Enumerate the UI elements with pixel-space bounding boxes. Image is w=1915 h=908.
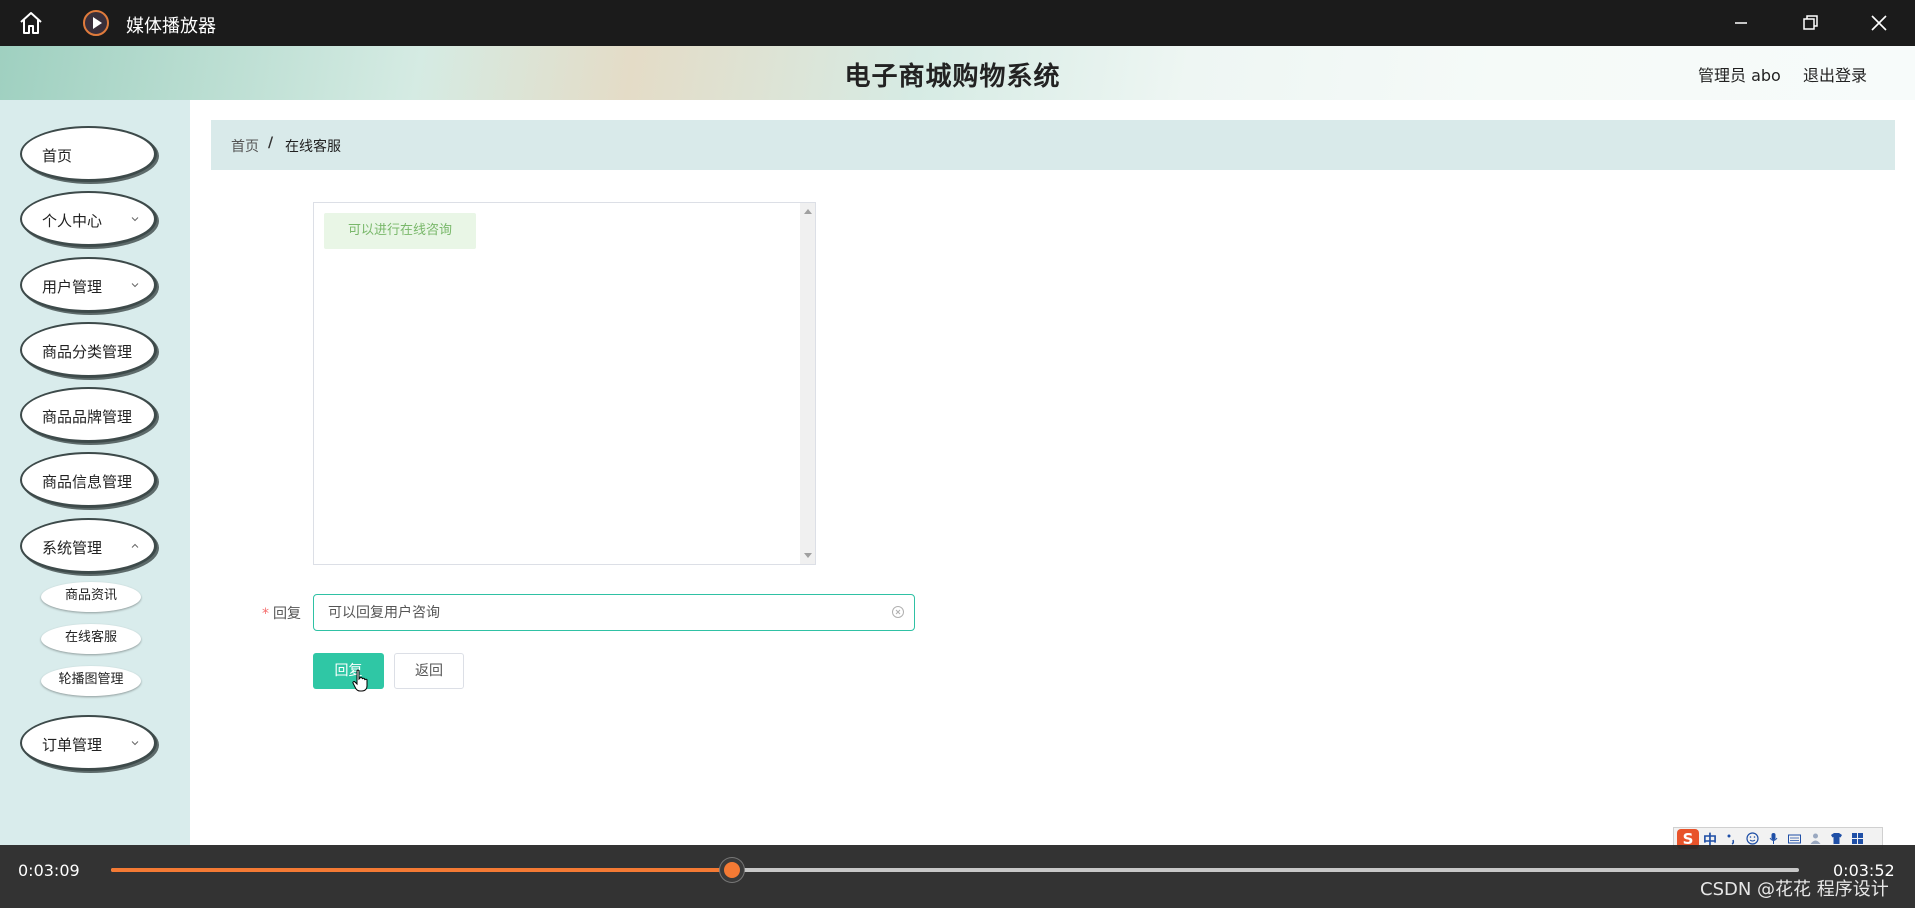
sidebar-item-label: 用户管理 [42,278,103,296]
media-player-icon [83,10,109,36]
system-title: 电子商城购物系统 [844,62,1061,92]
sidebar-item-user-management[interactable]: 用户管理 [20,257,157,313]
sidebar-subitem-online-service[interactable]: 在线客服 [41,624,141,654]
sidebar-item-home[interactable]: 首页 [20,126,157,182]
chevron-down-icon [131,741,139,746]
sidebar-subitem-carousel-management[interactable]: 轮播图管理 [41,666,141,696]
sidebar-item-label: 商品分类管理 [42,343,133,361]
punctuation-icon[interactable] [1725,832,1738,845]
reply-input-wrapper[interactable] [313,594,915,631]
minimize-icon[interactable] [1728,10,1754,36]
media-player-controls: 0:03:09 0:03:52 [0,845,1915,908]
sidebar-item-system-management[interactable]: 系统管理 [20,518,157,574]
sidebar-item-product-info-management[interactable]: 商品信息管理 [20,452,157,508]
sidebar-item-label: 商品信息管理 [42,473,133,491]
sidebar-item-order-management[interactable]: 订单管理 [20,715,157,771]
sidebar-subitem-label: 在线客服 [64,630,117,645]
scroll-up-icon[interactable] [804,209,812,214]
admin-label: 管理员 abo [1698,66,1781,85]
seek-bar[interactable] [111,868,1799,872]
sidebar-subitem-label: 商品资讯 [64,588,117,603]
chevron-up-icon [131,543,139,548]
watermark: CSDN @花花 程序设计 [1700,879,1889,900]
sidebar-item-label: 首页 [42,147,73,165]
sidebar-item-label: 系统管理 [42,539,103,557]
toolbox-icon[interactable] [1851,832,1864,845]
sidebar-item-label: 订单管理 [42,736,103,754]
chevron-down-icon [131,217,139,222]
sidebar-item-label: 商品品牌管理 [42,408,133,426]
sidebar-item-category-management[interactable]: 商品分类管理 [20,322,157,378]
breadcrumb-current: 在线客服 [285,139,341,155]
reply-button[interactable]: 回复 [313,653,384,689]
app-header: 电子商城购物系统 管理员 abo 退出登录 [0,46,1915,100]
sidebar-item-personal-center[interactable]: 个人中心 [20,191,157,247]
user-icon[interactable] [1809,832,1822,845]
scroll-down-icon[interactable] [804,553,812,558]
home-icon[interactable] [18,11,44,35]
sidebar-item-label: 个人中心 [42,212,103,230]
chat-message-bubble: 可以进行在线咨询 [324,213,477,249]
sidebar: 首页 个人中心 用户管理 商品分类管理 商品品牌管理 商品信息管理 系统管理 商… [0,100,190,845]
back-button[interactable]: 返回 [394,653,464,689]
reply-label-text: 回复 [273,606,301,622]
close-icon[interactable] [1866,10,1892,36]
clear-icon[interactable] [891,605,905,619]
breadcrumb: 首页 / 在线客服 [211,120,1895,170]
breadcrumb-separator: / [268,135,274,151]
app-title: 媒体播放器 [126,16,216,37]
emoji-icon[interactable] [1746,832,1759,845]
sidebar-subitem-news[interactable]: 商品资讯 [41,582,141,612]
breadcrumb-home[interactable]: 首页 [231,136,259,156]
logout-link[interactable]: 退出登录 [1803,62,1867,86]
sidebar-item-brand-management[interactable]: 商品品牌管理 [20,387,157,443]
reply-input[interactable] [328,595,868,630]
title-bar: 媒体播放器 [0,0,1915,46]
current-time: 0:03:09 [18,861,80,880]
hand-cursor-icon [352,669,368,692]
keyboard-icon[interactable] [1788,832,1801,845]
microphone-icon[interactable] [1767,832,1780,845]
chat-message-list[interactable]: 可以进行在线咨询 [313,202,816,565]
sidebar-subitem-label: 轮播图管理 [58,672,124,687]
restore-icon[interactable] [1797,10,1823,36]
seek-bar-progress [111,868,732,872]
reply-field-label: * 回复 [262,603,301,623]
seek-handle[interactable] [720,858,744,882]
vertical-scrollbar[interactable] [800,203,815,564]
required-mark: * [262,606,269,622]
chevron-down-icon [131,283,139,288]
skin-icon[interactable] [1830,832,1843,845]
